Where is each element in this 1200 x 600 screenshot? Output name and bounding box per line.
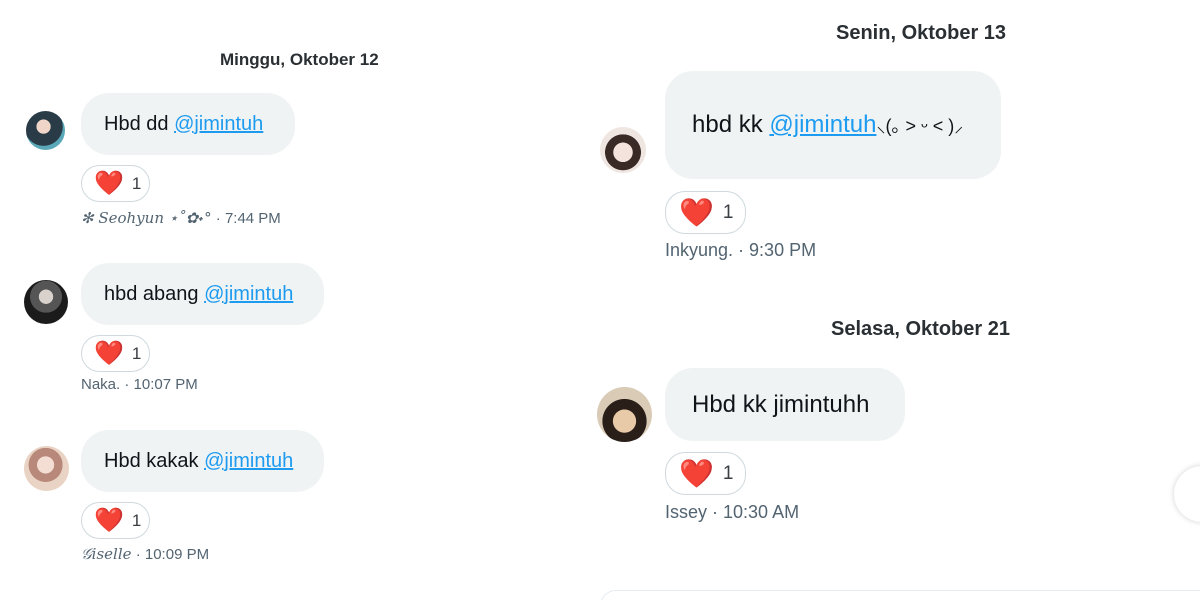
author-name[interactable]: 𝒢iselle — [81, 545, 132, 563]
avatar[interactable] — [24, 446, 69, 491]
meta-separator: · — [733, 240, 750, 260]
heart-icon: ❤️ — [94, 339, 124, 367]
message-bubble[interactable]: hbd kk @jimintuh ⸜(｡ ˃ ᵕ ˂ )⸝ — [665, 71, 1001, 179]
timestamp: 10:30 AM — [723, 502, 800, 522]
date-divider: Senin, Oktober 13 — [836, 22, 1007, 44]
message-text: hbd kk — [692, 111, 763, 138]
message-meta: Issey · 10:30 AM — [665, 502, 799, 523]
reaction-count: 1 — [131, 173, 142, 193]
mention-link[interactable]: @jimintuh — [204, 283, 293, 306]
heart-icon: ❤️ — [679, 196, 714, 228]
meta-separator: · — [120, 376, 134, 393]
mention-link[interactable]: @jimintuh — [204, 450, 293, 473]
meta-separator: · — [707, 502, 724, 522]
avatar[interactable] — [26, 111, 65, 150]
reaction-count: 1 — [722, 201, 734, 223]
timestamp: 9:30 PM — [749, 240, 817, 260]
reaction-count: 1 — [131, 510, 142, 530]
mention-link[interactable]: @jimintuh — [769, 111, 876, 139]
heart-icon: ❤️ — [94, 506, 124, 534]
heart-icon: ❤️ — [679, 457, 714, 489]
reaction-count: 1 — [131, 343, 142, 363]
mention-link[interactable]: @jimintuh — [174, 113, 263, 136]
message-text: Hbd kk jimintuhh — [692, 390, 870, 418]
message-bubble[interactable]: Hbd kk jimintuhh — [665, 368, 905, 441]
timestamp: 10:09 PM — [144, 546, 210, 563]
author-name[interactable]: Issey — [665, 502, 707, 522]
date-divider: Selasa, Oktober 21 — [831, 318, 1010, 340]
message-meta: Naka. · 10:07 PM — [81, 376, 198, 393]
message-text: hbd abang — [104, 282, 199, 305]
message-meta: ✻ Seohyun ⋆˚✿˖° · 7:44 PM — [81, 209, 281, 227]
author-name[interactable]: Naka. — [81, 376, 120, 393]
date-divider: Minggu, Oktober 12 — [220, 50, 379, 69]
timestamp: 7:44 PM — [224, 210, 281, 227]
avatar[interactable] — [24, 280, 68, 324]
avatar[interactable] — [597, 387, 652, 442]
message-meta: 𝒢iselle · 10:09 PM — [81, 545, 209, 563]
message-meta: Inkyung. · 9:30 PM — [665, 240, 816, 261]
message-text: Hbd dd — [104, 112, 169, 135]
reaction-button[interactable]: ❤️ 1 — [81, 502, 150, 539]
reaction-button[interactable]: ❤️ 1 — [81, 335, 150, 372]
reaction-count: 1 — [722, 462, 734, 484]
dm-conversation: Minggu, Oktober 12 Hbd dd @jimintuh ❤️ 1… — [0, 0, 1200, 600]
message-composer[interactable] — [600, 590, 1200, 600]
heart-icon: ❤️ — [94, 169, 124, 197]
scroll-down-button[interactable] — [1174, 466, 1200, 522]
avatar[interactable] — [600, 127, 646, 173]
message-bubble[interactable]: Hbd kakak @jimintuh — [81, 430, 324, 492]
reaction-button[interactable]: ❤️ 1 — [665, 452, 746, 495]
reaction-button[interactable]: ❤️ 1 — [665, 191, 746, 234]
reaction-button[interactable]: ❤️ 1 — [81, 165, 150, 202]
timestamp: 10:07 PM — [133, 376, 198, 393]
author-name[interactable]: Inkyung. — [665, 240, 733, 260]
message-bubble[interactable]: hbd abang @jimintuh — [81, 263, 324, 325]
message-text: Hbd kakak — [104, 449, 199, 472]
author-name[interactable]: ✻ Seohyun ⋆˚✿˖° — [81, 209, 212, 227]
meta-separator: · — [211, 210, 225, 227]
meta-separator: · — [131, 546, 145, 563]
message-bubble[interactable]: Hbd dd @jimintuh — [81, 93, 295, 155]
message-emoticon: ⸜(｡ ˃ ᵕ ˂ )⸝ — [876, 116, 964, 136]
